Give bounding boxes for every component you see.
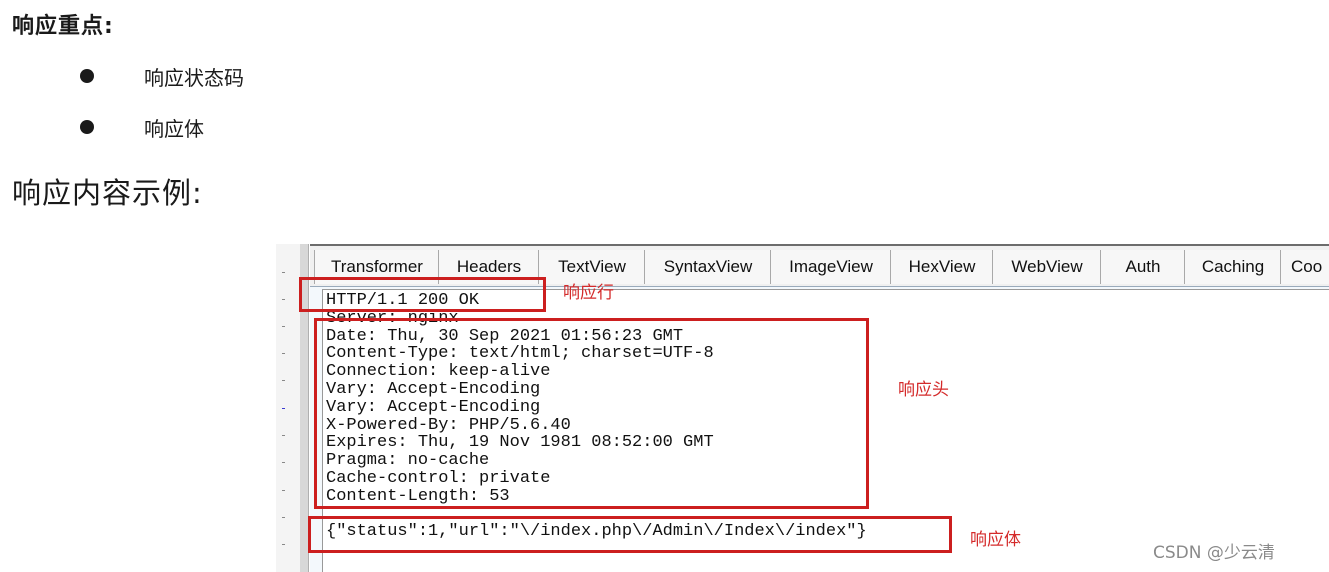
- page: 响应重点: 响应状态码 响应体 响应内容示例: Transformer Head…: [0, 0, 1329, 572]
- body-label: 响应体: [970, 530, 1021, 550]
- gutter-tick: [282, 544, 285, 545]
- gutter-tick: [282, 462, 285, 463]
- gutter-tick: [282, 435, 285, 436]
- gutter-tick: [282, 326, 285, 327]
- tab-imageview[interactable]: ImageView: [770, 250, 892, 284]
- watermark: CSDN @少云清: [1153, 543, 1275, 563]
- tab-syntaxview[interactable]: SyntaxView: [644, 250, 772, 284]
- gutter-tick: [282, 299, 285, 300]
- gutter-tick: [282, 408, 285, 409]
- headers-label: 响应头: [898, 380, 949, 400]
- section-heading-key-points: 响应重点:: [12, 14, 114, 39]
- bullet-dot-icon: [80, 120, 94, 134]
- body-highlight-box: [308, 516, 952, 553]
- tab-webview[interactable]: WebView: [992, 250, 1102, 284]
- headers-highlight-box: [314, 318, 869, 509]
- tab-cookies[interactable]: Coo: [1280, 250, 1329, 284]
- bullet-dot-icon: [80, 69, 94, 83]
- tab-caching[interactable]: Caching: [1184, 250, 1282, 284]
- status-line-label: 响应行: [563, 283, 614, 303]
- bullet-text: 响应体: [144, 117, 204, 141]
- gutter-tick: [282, 353, 285, 354]
- status-line-highlight-box: [299, 277, 546, 312]
- gutter-tick: [282, 272, 285, 273]
- tab-hexview[interactable]: HexView: [890, 250, 994, 284]
- gutter-tick: [282, 380, 285, 381]
- section-heading-example: 响应内容示例:: [12, 176, 203, 210]
- left-gutter: [276, 244, 300, 572]
- gutter-tick: [282, 490, 285, 491]
- bullet-text: 响应状态码: [144, 66, 244, 90]
- gutter-tick: [282, 517, 285, 518]
- tab-auth[interactable]: Auth: [1100, 250, 1186, 284]
